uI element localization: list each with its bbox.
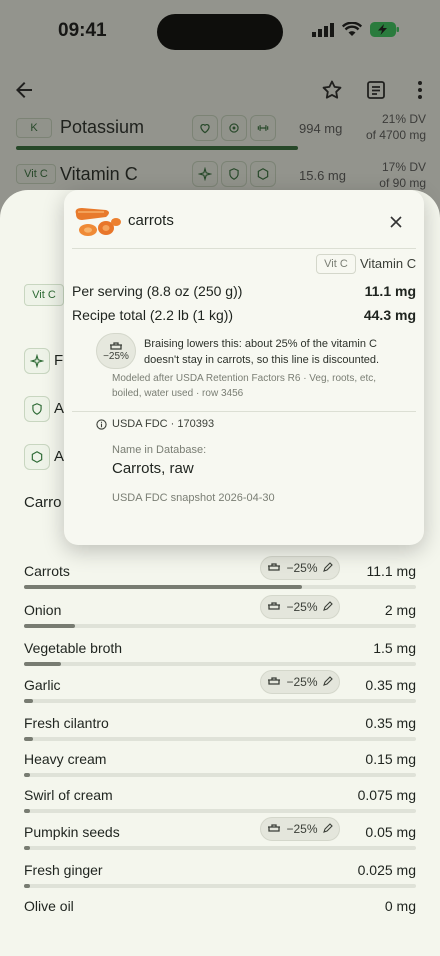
ingredient-amount: 0.35 mg bbox=[365, 677, 416, 693]
ingredient-amount: 0.35 mg bbox=[365, 715, 416, 731]
ingredient-amount: 1.5 mg bbox=[373, 640, 416, 656]
ingredient-amount: 0.05 mg bbox=[365, 824, 416, 840]
ingredient-name: Vegetable broth bbox=[24, 640, 123, 656]
info-icon bbox=[96, 418, 107, 430]
ingredient-amount: 0.15 mg bbox=[365, 751, 416, 767]
snapshot-label: USDA FDC snapshot 2026-04-30 bbox=[112, 492, 275, 504]
ingredient-name: Carrots bbox=[24, 563, 70, 579]
benefit-label-truncated: F bbox=[54, 352, 64, 369]
ingredient-row[interactable]: Fresh ginger 0.025 mg bbox=[24, 862, 416, 898]
retention-explanation: Braising lowers this: about 25% of the v… bbox=[144, 338, 380, 366]
popup-title: carrots bbox=[128, 212, 174, 229]
ingredient-progress bbox=[24, 737, 416, 741]
retention-value: −25% bbox=[286, 822, 318, 836]
ingredient-row[interactable]: Swirl of cream 0.075 mg bbox=[24, 787, 416, 823]
ingredient-amount: 0 mg bbox=[384, 898, 416, 914]
database-name-label: Name in Database: bbox=[112, 444, 207, 456]
close-icon[interactable] bbox=[384, 210, 408, 234]
ingredient-row[interactable]: Heavy cream 0.15 mg bbox=[24, 751, 416, 787]
edit-pencil-icon bbox=[322, 561, 333, 575]
ingredient-row[interactable]: Onion 2 mg −25% bbox=[24, 595, 416, 638]
ingredient-progress bbox=[24, 884, 416, 888]
ingredient-name: Fresh ginger bbox=[24, 862, 103, 878]
ingredient-name: Fresh cilantro bbox=[24, 715, 109, 731]
recipe-total-label: Recipe total (2.2 lb (1 kg)) bbox=[72, 307, 234, 323]
nutrient-chip: Vit C bbox=[24, 284, 64, 306]
ingredient-name: Heavy cream bbox=[24, 751, 107, 767]
retention-chip[interactable]: −25% bbox=[260, 595, 340, 619]
sparkle-icon bbox=[24, 348, 50, 374]
pot-icon bbox=[267, 822, 281, 836]
per-serving-value: 11.1 mg bbox=[364, 283, 416, 299]
ingredient-row[interactable]: Olive oil 0 mg bbox=[24, 898, 416, 934]
pot-icon bbox=[267, 600, 281, 614]
ingredient-row[interactable]: Garlic 0.35 mg −25% bbox=[24, 670, 416, 713]
ingredient-progress bbox=[24, 585, 416, 589]
retention-value: −25% bbox=[286, 675, 318, 689]
ingredient-name: Olive oil bbox=[24, 898, 74, 914]
benefit-label-truncated: A bbox=[54, 400, 65, 417]
ingredient-progress bbox=[24, 809, 416, 813]
ingredient-amount: 0.075 mg bbox=[357, 787, 416, 803]
ingredient-row[interactable]: Vegetable broth 1.5 mg bbox=[24, 640, 416, 676]
pot-icon bbox=[267, 561, 281, 575]
edit-pencil-icon bbox=[322, 600, 333, 614]
edit-pencil-icon bbox=[322, 822, 333, 836]
retention-chip[interactable]: −25% bbox=[260, 670, 340, 694]
divider bbox=[72, 248, 416, 249]
retention-chip[interactable]: −25% bbox=[260, 556, 340, 580]
benefit-label-truncated: A bbox=[54, 448, 65, 465]
ingredient-progress bbox=[24, 699, 416, 703]
ingredient-row[interactable]: Carrots 11.1 mg −25% bbox=[24, 556, 416, 599]
retention-chip[interactable]: −25% bbox=[260, 817, 340, 841]
ingredient-name: Onion bbox=[24, 602, 62, 618]
retention-badge: −25% bbox=[96, 333, 136, 369]
ingredient-detail-popup: carrots Vit C Vitamin C Per serving (8.8… bbox=[64, 190, 424, 545]
database-name: Carrots, raw bbox=[112, 460, 194, 477]
edit-pencil-icon bbox=[322, 675, 333, 689]
hexagon-icon bbox=[24, 444, 50, 470]
ingredient-progress bbox=[24, 624, 416, 628]
per-serving-label: Per serving (8.8 oz (250 g)) bbox=[72, 283, 243, 299]
carrot-thumbnail bbox=[75, 208, 121, 236]
ingredient-progress bbox=[24, 773, 416, 777]
retention-source-note: Modeled after USDA Retention Factors R6 … bbox=[112, 373, 377, 399]
nutrient-label: Vitamin C bbox=[360, 256, 417, 271]
ingredient-row[interactable]: Fresh cilantro 0.35 mg bbox=[24, 715, 416, 751]
pot-icon bbox=[110, 341, 122, 350]
ingredient-amount: 11.1 mg bbox=[366, 563, 416, 579]
ingredient-progress bbox=[24, 662, 416, 666]
retention-value: −25% bbox=[286, 600, 318, 614]
ingredient-amount: 2 mg bbox=[384, 602, 416, 618]
pot-icon bbox=[267, 675, 281, 689]
retention-badge-value: −25% bbox=[103, 350, 129, 362]
ingredient-progress bbox=[24, 846, 416, 850]
recipe-total-value: 44.3 mg bbox=[363, 307, 416, 323]
ingredient-amount: 0.025 mg bbox=[357, 862, 416, 878]
nutrient-chip: Vit C bbox=[316, 254, 356, 274]
section-label-truncated: Carro bbox=[24, 494, 62, 511]
divider bbox=[72, 411, 416, 412]
ingredient-name: Pumpkin seeds bbox=[24, 824, 120, 840]
source-id: USDA FDC · 170393 bbox=[112, 418, 215, 430]
ingredient-name: Garlic bbox=[24, 677, 61, 693]
ingredient-name: Swirl of cream bbox=[24, 787, 113, 803]
retention-value: −25% bbox=[286, 561, 318, 575]
shield-icon bbox=[24, 396, 50, 422]
source-line: USDA FDC · 170393 bbox=[96, 418, 214, 430]
ingredient-row[interactable]: Pumpkin seeds 0.05 mg −25% bbox=[24, 817, 416, 860]
